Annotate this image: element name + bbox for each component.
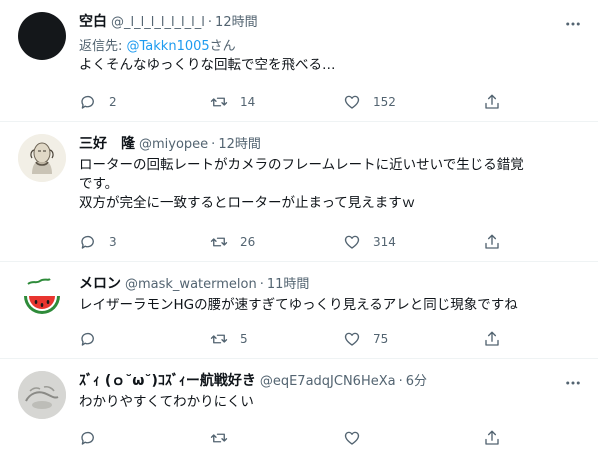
retweet-icon — [210, 334, 228, 344]
avatar[interactable] — [18, 371, 66, 419]
share-button[interactable] — [483, 232, 501, 252]
reply-to-prefix: 返信先: — [79, 39, 127, 54]
retweet-count: 26 — [240, 235, 256, 249]
tweet-text: ローターの回転レートがカメラのフレームレートに近いせいで生じる錯覚 です。 双方… — [79, 157, 524, 211]
reply-icon — [81, 431, 94, 445]
retweet-icon — [210, 237, 228, 247]
share-icon — [485, 234, 499, 249]
share-icon — [485, 430, 499, 445]
separator-dot: · — [207, 15, 213, 30]
reply-count: 3 — [109, 235, 117, 249]
tweet-text: レイザーラモンHGの腰が速すぎてゆっくり見えるアレと同じ現象ですね — [79, 297, 518, 313]
user-handle[interactable]: @_l_l_l_l_l_l_l_l — [111, 15, 205, 30]
display-name[interactable]: 空白 — [79, 11, 107, 31]
separator-dot: · — [398, 374, 403, 389]
reply-to-suffix: さん — [209, 39, 236, 54]
avatar[interactable] — [18, 12, 66, 60]
timestamp[interactable]: 12時間 — [215, 11, 258, 30]
tweet-header: 空白 @_l_l_l_l_l_l_l_l · 12時間 — [79, 11, 586, 31]
share-button[interactable] — [483, 92, 501, 112]
action-bar — [79, 428, 519, 448]
heart-icon — [344, 95, 360, 109]
share-button[interactable] — [483, 428, 501, 448]
sketch-portrait-image — [18, 134, 66, 182]
tweet[interactable]: 空白 @_l_l_l_l_l_l_l_l · 12時間 返信先: @Takkn1… — [0, 0, 598, 122]
retweet-icon — [210, 97, 228, 107]
tweet[interactable]: 三好 隆 @miyopee · 12時間 ローターの回転レートがカメラのフレーム… — [0, 122, 598, 262]
more-icon — [566, 22, 580, 26]
tweet[interactable]: メロン @mask_watermelon · 11時間 レイザーラモンHGの腰が… — [0, 262, 598, 359]
tweet[interactable]: ｽﾞｨ (ｏ˘ω˘)ｺｽﾞｨー航戦好き @eqE7adqJCN6HeXa · 6… — [0, 359, 598, 461]
like-count: 152 — [373, 95, 396, 109]
display-name[interactable]: メロン — [79, 273, 121, 293]
reply-button[interactable]: 3 — [79, 232, 117, 252]
reply-icon — [81, 332, 94, 346]
retweet-icon — [210, 433, 228, 443]
tweet-header: 三好 隆 @miyopee · 12時間 — [79, 133, 586, 153]
more-icon — [566, 381, 580, 385]
tweet-text: よくそんなゆっくりな回転で空を飛べる… — [79, 57, 336, 73]
separator-dot: · — [211, 137, 216, 152]
heart-icon — [344, 431, 360, 445]
like-count: 314 — [373, 235, 396, 249]
watermelon-image — [18, 274, 66, 322]
user-handle[interactable]: @mask_watermelon — [125, 277, 257, 292]
like-button[interactable]: 75 — [343, 329, 388, 349]
reply-mention-link[interactable]: @Takkn1005 — [127, 39, 210, 54]
retweet-button[interactable]: 14 — [210, 92, 255, 112]
like-button[interactable] — [343, 428, 373, 448]
timestamp[interactable]: 11時間 — [267, 273, 310, 292]
retweet-count: 5 — [240, 332, 248, 346]
timestamp[interactable]: 6分 — [406, 370, 427, 389]
reply-button[interactable] — [79, 329, 109, 349]
retweet-button[interactable]: 5 — [210, 329, 248, 349]
display-name[interactable]: 三好 隆 — [79, 133, 135, 153]
reply-button[interactable]: 2 — [79, 92, 117, 112]
avatar[interactable] — [18, 134, 66, 182]
like-button[interactable]: 152 — [343, 92, 396, 112]
display-name[interactable]: ｽﾞｨ (ｏ˘ω˘)ｺｽﾞｨー航戦好き — [79, 370, 256, 390]
reply-count: 2 — [109, 95, 117, 109]
like-button[interactable]: 314 — [343, 232, 396, 252]
more-options-button[interactable] — [562, 373, 584, 393]
timestamp[interactable]: 12時間 — [218, 133, 261, 152]
gray-sketch-image — [18, 371, 66, 419]
retweet-count: 14 — [240, 95, 256, 109]
action-bar: 3 26 314 — [79, 232, 519, 252]
separator-dot: · — [259, 277, 264, 292]
tweet-text: わかりやすくてわかりにくい — [79, 394, 254, 410]
avatar[interactable] — [18, 274, 66, 322]
share-icon — [485, 94, 499, 109]
user-handle[interactable]: @eqE7adqJCN6HeXa — [260, 374, 396, 389]
action-bar: 5 75 — [79, 329, 519, 349]
like-count: 75 — [373, 332, 389, 346]
heart-icon — [344, 332, 360, 346]
share-icon — [485, 331, 499, 346]
reply-button[interactable] — [79, 428, 109, 448]
reply-icon — [81, 235, 94, 249]
share-button[interactable] — [483, 329, 501, 349]
action-bar: 2 14 152 — [79, 92, 519, 112]
heart-icon — [344, 235, 360, 249]
tweet-header: メロン @mask_watermelon · 11時間 — [79, 273, 586, 293]
tweet-header: ｽﾞｨ (ｏ˘ω˘)ｺｽﾞｨー航戦好き @eqE7adqJCN6HeXa · 6… — [79, 370, 586, 390]
user-handle[interactable]: @miyopee — [139, 137, 208, 152]
reply-icon — [81, 95, 94, 109]
retweet-button[interactable] — [210, 428, 240, 448]
more-options-button[interactable] — [562, 14, 584, 34]
retweet-button[interactable]: 26 — [210, 232, 255, 252]
reply-to: 返信先: @Takkn1005さん — [79, 35, 586, 54]
